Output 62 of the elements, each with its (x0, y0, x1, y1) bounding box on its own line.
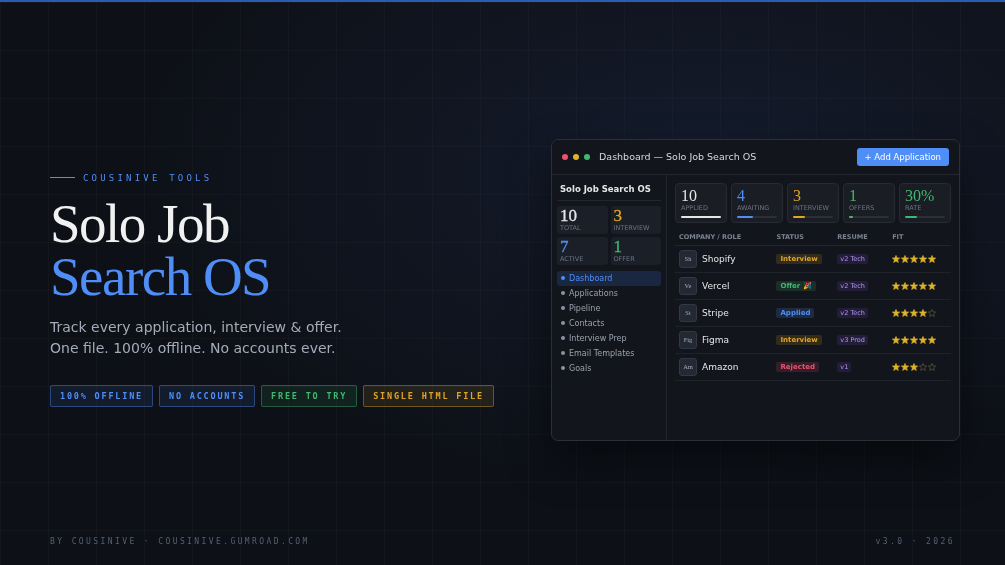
company-name: Stripe (702, 307, 729, 318)
stat-value: 10 (560, 207, 577, 224)
stat-value: 1 (849, 187, 857, 204)
star-icon (892, 335, 901, 344)
window-title: Dashboard — Solo Job Search OS (599, 151, 757, 162)
stat-value: 7 (560, 238, 569, 255)
brand-label: COUSINIVE TOOLS (83, 172, 213, 183)
star-icon (919, 281, 928, 290)
tagline: Track every application, interview & offer. (50, 317, 343, 337)
stat-value: 3 (793, 187, 801, 204)
star-icon (928, 281, 937, 290)
star-icon (919, 335, 928, 344)
feature-tag: 100% OFFLINE (50, 384, 153, 407)
maximize-icon[interactable] (584, 153, 590, 160)
star-icon (928, 335, 937, 344)
close-icon[interactable] (562, 153, 568, 160)
headline: Search OS (50, 249, 272, 303)
star-icon (910, 254, 919, 263)
star-icon (910, 335, 919, 344)
star-icon (928, 308, 937, 317)
star-icon (919, 308, 928, 317)
star-icon (901, 281, 910, 290)
star-icon (892, 281, 901, 290)
stat-value: 10 (681, 187, 697, 204)
stat-value: 30% (905, 187, 935, 204)
sidebar-title: Solo Job Search OS (557, 180, 661, 201)
feature-tag: NO ACCOUNTS (159, 384, 256, 407)
company-name: Shopify (702, 253, 736, 264)
star-icon (928, 362, 937, 371)
company-name: Vercel (702, 280, 730, 291)
version-label: v3.0 · 2026 (875, 537, 955, 546)
minimize-icon[interactable] (573, 153, 579, 160)
star-icon (892, 362, 901, 371)
footer-credit: BY COUSINIVE · COUSINIVE.GUMROAD.COM (50, 537, 310, 546)
nav-item[interactable]: Email Templates (557, 345, 661, 361)
star-icon (901, 308, 910, 317)
star-icon (892, 308, 901, 317)
stat-value: 4 (737, 187, 745, 204)
star-icon (919, 254, 928, 263)
stat-value: 1 (613, 238, 622, 255)
star-icon (892, 254, 901, 263)
company-name: Amazon (702, 361, 739, 372)
nav-item[interactable]: Goals (557, 360, 661, 376)
tagline: One file. 100% offline. No accounts ever. (50, 338, 337, 358)
nav-item[interactable]: Pipeline (557, 300, 661, 316)
stat-value: 3 (613, 207, 622, 224)
star-icon (928, 254, 937, 263)
headline: Solo Job (50, 196, 231, 250)
star-icon (901, 254, 910, 263)
feature-tag: FREE TO TRY (261, 384, 358, 407)
star-icon (901, 335, 910, 344)
star-icon (910, 281, 919, 290)
star-icon (901, 362, 910, 371)
nav-item[interactable]: Applications (557, 285, 661, 301)
star-icon (910, 362, 919, 371)
feature-tag: SINGLE HTML FILE (363, 384, 494, 407)
nav-item[interactable]: Interview Prep (557, 330, 661, 346)
company-name: Figma (702, 334, 730, 345)
nav-item[interactable]: Dashboard (557, 270, 661, 286)
nav-item[interactable]: Contacts (557, 315, 661, 331)
star-icon (919, 362, 928, 371)
star-icon (910, 308, 919, 317)
